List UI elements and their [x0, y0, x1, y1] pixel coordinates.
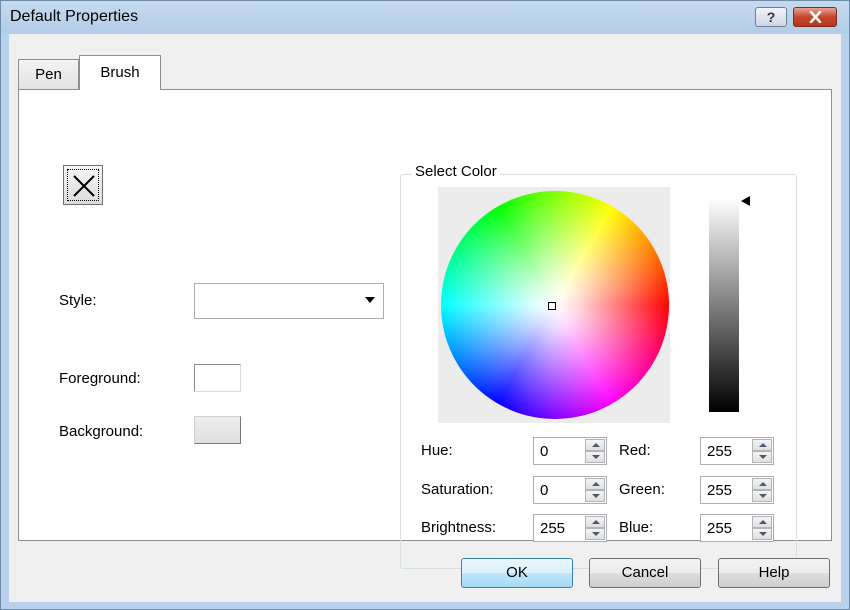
red-up-arrow-icon[interactable] [752, 439, 772, 451]
red-spinner[interactable]: 255 [700, 437, 774, 465]
brightness-slider[interactable] [709, 198, 739, 412]
brightness-up-arrow-icon[interactable] [585, 516, 605, 528]
dialog-window: Default Properties ? Pen Brush Style: Fo… [0, 0, 850, 610]
blue-spinner[interactable]: 255 [700, 514, 774, 542]
brightness-pointer-icon[interactable] [741, 196, 750, 206]
blue-down-arrow-icon[interactable] [752, 528, 772, 540]
tab-brush[interactable]: Brush [79, 55, 161, 90]
hue-up-arrow-icon[interactable] [585, 439, 605, 451]
select-color-title: Select Color [412, 163, 500, 180]
saturation-up-arrow-icon[interactable] [585, 478, 605, 490]
blue-label: Blue: [619, 519, 654, 536]
help-button[interactable]: Help [718, 558, 830, 588]
foreground-color-swatch[interactable] [194, 364, 241, 392]
brightness-value[interactable]: 255 [540, 520, 565, 537]
green-spinner[interactable]: 255 [700, 476, 774, 504]
x-icon [73, 175, 95, 197]
saturation-label: Saturation: [421, 481, 494, 498]
ok-button[interactable]: OK [461, 558, 573, 588]
dialog-client-area: Pen Brush Style: Foreground: Background: [9, 34, 841, 602]
background-color-swatch[interactable] [194, 416, 241, 444]
help-title-button[interactable]: ? [755, 7, 787, 27]
chevron-down-icon [365, 297, 375, 303]
brightness-down-arrow-icon[interactable] [585, 528, 605, 540]
green-up-arrow-icon[interactable] [752, 478, 772, 490]
question-icon: ? [766, 9, 776, 25]
style-label: Style: [59, 292, 97, 309]
blue-up-arrow-icon[interactable] [752, 516, 772, 528]
style-dropdown[interactable] [194, 283, 384, 319]
green-label: Green: [619, 481, 665, 498]
window-title: Default Properties [10, 8, 139, 25]
brightness-label: Brightness: [421, 519, 497, 536]
hue-value[interactable]: 0 [540, 443, 548, 460]
tab-pen[interactable]: Pen [18, 59, 79, 89]
hue-down-arrow-icon[interactable] [585, 451, 605, 463]
brightness-spinner[interactable]: 255 [533, 514, 607, 542]
red-label: Red: [619, 442, 651, 459]
blue-value[interactable]: 255 [707, 520, 732, 537]
green-down-arrow-icon[interactable] [752, 490, 772, 502]
hue-label: Hue: [421, 442, 453, 459]
close-button[interactable] [793, 7, 837, 27]
red-down-arrow-icon[interactable] [752, 451, 772, 463]
color-wheel-marker[interactable] [548, 302, 556, 310]
close-icon [809, 11, 822, 23]
tab-pen-label: Pen [35, 66, 62, 83]
brush-preview-button[interactable] [63, 165, 103, 205]
cancel-button[interactable]: Cancel [589, 558, 701, 588]
saturation-down-arrow-icon[interactable] [585, 490, 605, 502]
saturation-spinner[interactable]: 0 [533, 476, 607, 504]
green-value[interactable]: 255 [707, 482, 732, 499]
foreground-label: Foreground: [59, 370, 141, 387]
title-bar: Default Properties ? [1, 1, 849, 33]
saturation-value[interactable]: 0 [540, 482, 548, 499]
brush-tab-panel: Style: Foreground: Background: Select Co… [18, 89, 832, 569]
tab-brush-label: Brush [100, 64, 140, 81]
hue-spinner[interactable]: 0 [533, 437, 607, 465]
red-value[interactable]: 255 [707, 443, 732, 460]
background-label: Background: [59, 423, 144, 440]
